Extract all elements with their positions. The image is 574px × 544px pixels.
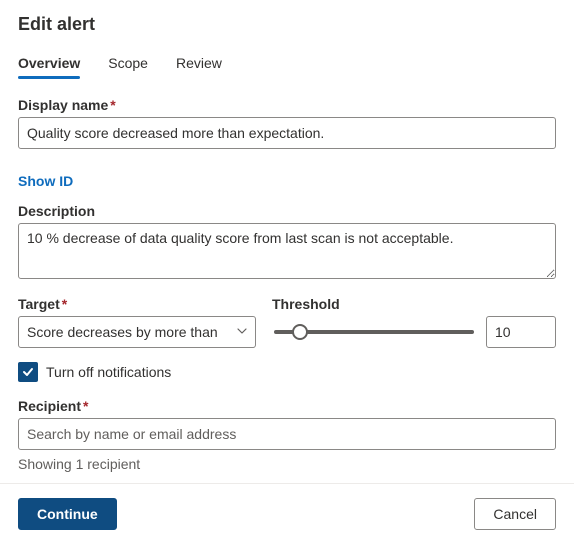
tabs: Overview Scope Review — [18, 51, 556, 79]
turn-off-notifications-label: Turn off notifications — [46, 364, 171, 380]
display-name-input[interactable] — [18, 117, 556, 149]
threshold-slider[interactable] — [274, 330, 474, 334]
description-label: Description — [18, 203, 95, 219]
recipient-hint: Showing 1 recipient — [18, 456, 556, 472]
tab-overview[interactable]: Overview — [18, 51, 80, 79]
cancel-button[interactable]: Cancel — [474, 498, 556, 530]
threshold-label: Threshold — [272, 296, 340, 312]
recipient-input[interactable] — [18, 418, 556, 450]
threshold-input[interactable] — [486, 316, 556, 348]
required-asterisk: * — [110, 97, 115, 113]
show-id-link[interactable]: Show ID — [18, 173, 73, 189]
target-selected-value: Score decreases by more than — [27, 324, 218, 340]
target-label: Target* — [18, 296, 67, 312]
footer: Continue Cancel — [0, 483, 574, 544]
required-asterisk: * — [83, 398, 88, 414]
tab-review[interactable]: Review — [176, 51, 222, 79]
continue-button[interactable]: Continue — [18, 498, 117, 530]
description-textarea[interactable]: 10 % decrease of data quality score from… — [18, 223, 556, 279]
required-asterisk: * — [62, 296, 67, 312]
page-title: Edit alert — [18, 14, 556, 35]
recipient-label: Recipient* — [18, 398, 88, 414]
target-select[interactable]: Score decreases by more than — [18, 316, 256, 348]
turn-off-notifications-checkbox[interactable] — [18, 362, 38, 382]
check-icon — [21, 365, 35, 379]
tab-scope[interactable]: Scope — [108, 51, 148, 79]
display-name-label: Display name* — [18, 97, 116, 113]
